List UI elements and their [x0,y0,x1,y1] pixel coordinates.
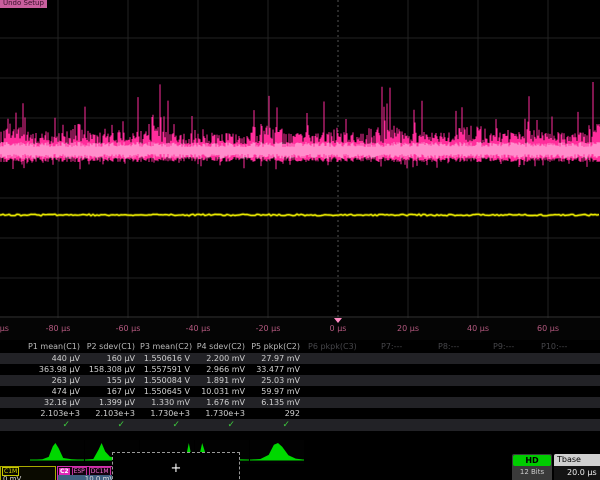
param-value: 440 µV [0,353,85,364]
hd-acquisition-tile[interactable]: HD 12 Bits [512,454,552,480]
hd-badge: HD [513,455,551,466]
param-value: 32.16 µV [0,397,85,408]
time-axis-label: -20 µs [256,324,281,333]
param-value: 1.550616 V [140,353,195,364]
param-status-check: ✓ [85,419,140,431]
waveform-grid: Undo Setup [0,0,600,318]
param-value: 363.98 µV [0,364,85,375]
channel-c1-descriptor[interactable]: C1M 0 mV [0,466,56,480]
timebase-value: 20.0 µs [554,466,600,480]
param-value: 1.891 mV [195,375,250,386]
param-value: 158.308 µV [85,364,140,375]
param-value: 27.97 mV [250,353,305,364]
param-value: 1.550645 V [140,386,195,397]
param-value: 6.135 mV [250,397,305,408]
param-value: 160 µV [85,353,140,364]
c1-scale-value: 0 mV [1,475,55,480]
oscilloscope-screen: Undo Setup -100 µs -80 µs -60 µs -40 µs -20 … [0,0,600,480]
param-header[interactable]: P2 sdev(C1) [85,340,140,353]
param-status-check: ✓ [195,419,250,431]
trigger-position-marker[interactable] [334,318,342,323]
param-value: 1.557591 V [140,364,195,375]
time-axis-label: -80 µs [46,324,71,333]
param-value: 167 µV [85,386,140,397]
param-status-check: ✓ [0,419,85,431]
param-header[interactable]: P4 sdev(C2) [195,340,250,353]
time-axis-label: 20 µs [397,324,419,333]
param-value: 1.550084 V [140,375,195,386]
time-axis-label: 40 µs [467,324,489,333]
param-value: 2.103e+3 [0,408,85,419]
time-axis: -100 µs -80 µs -60 µs -40 µs -20 µs 0 µs 20 µs… [0,318,600,340]
param-value: 59.97 mV [250,386,305,397]
param-value: 474 µV [0,386,85,397]
time-axis-label: -100 µs [0,324,9,333]
param-value: 10.031 mV [195,386,250,397]
c2-label: C2 [59,468,70,475]
param-header[interactable]: P3 mean(C2) [140,340,195,353]
param-value: 155 µV [85,375,140,386]
status-badge[interactable]: Undo Setup [0,0,47,8]
param-value: 1.730e+3 [195,408,250,419]
param-value: 1.399 µV [85,397,140,408]
param-value: 263 µV [0,375,85,386]
bit-depth-label: 12 Bits [513,466,551,478]
param-value: 33.477 mV [250,364,305,375]
param-header[interactable]: P9:--- [490,340,538,353]
time-axis-label: 60 µs [537,324,559,333]
param-value: 1.330 mV [140,397,195,408]
param-value: 1.676 mV [195,397,250,408]
time-axis-label: -60 µs [116,324,141,333]
param-header[interactable]: P8:--- [435,340,490,353]
time-axis-label: -40 µs [186,324,211,333]
bottom-bar: C1M 0 mV C2 ESP DC1M 10.0 mV + HD 12 Bit… [0,452,600,480]
param-header[interactable]: P5 pkpk(C2) [250,340,305,353]
plus-icon: + [171,462,182,475]
add-trace-box[interactable]: + [112,452,240,480]
param-status-check: ✓ [140,419,195,431]
param-value: 2.103e+3 [85,408,140,419]
param-value: 2.200 mV [195,353,250,364]
time-axis-label: 0 µs [330,324,347,333]
param-value: 25.03 mV [250,375,305,386]
waveform-plot [0,0,600,318]
param-value: 1.730e+3 [140,408,195,419]
param-value: 292 [250,408,305,419]
timebase-descriptor[interactable]: Tbase 20.0 µs [554,454,600,480]
measurement-table: P1 mean(C1)P2 sdev(C1)P3 mean(C2)P4 sdev… [0,340,600,432]
param-header[interactable]: P7:--- [378,340,435,353]
param-header[interactable]: P1 mean(C1) [0,340,85,353]
param-header[interactable]: P6 pkpk(C3) [305,340,378,353]
param-header[interactable]: P10:--- [538,340,600,353]
timebase-title: Tbase [554,454,600,466]
param-status-check: ✓ [250,419,305,431]
param-value: 2.966 mV [195,364,250,375]
